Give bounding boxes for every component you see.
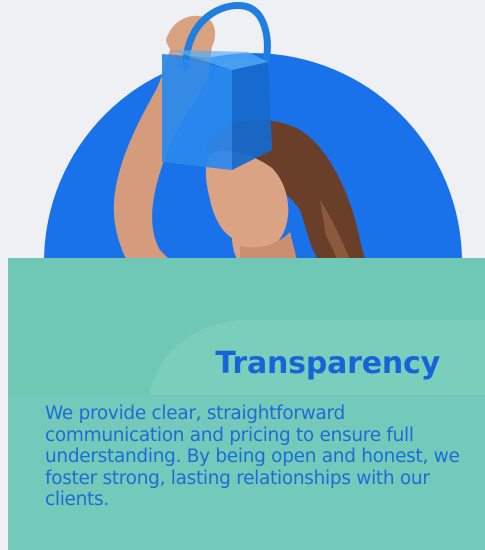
card-title: Transparency bbox=[215, 346, 440, 381]
card-description: We provide clear, straightforward commun… bbox=[45, 403, 460, 510]
handbag-front-panel bbox=[162, 54, 232, 170]
